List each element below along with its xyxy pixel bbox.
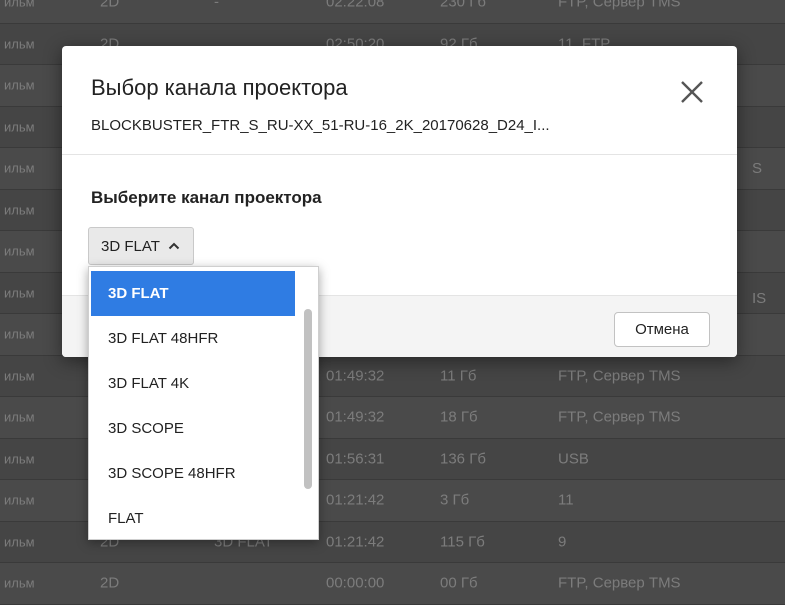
table-cell: FTP, Сервер TMS (558, 408, 681, 426)
table-cell: FTP, Сервер TMS (558, 0, 681, 11)
table-cell: 01:49:32 (326, 367, 385, 385)
dialog-title: Выбор канала проектора (91, 75, 348, 100)
table-cell: ильм (4, 119, 35, 135)
dropdown-option[interactable]: 3D SCOPE 48HFR (91, 451, 295, 496)
table-cell: 18 Гб (440, 408, 478, 426)
table-cell: 01:21:42 (326, 491, 385, 509)
table-cell: ильм (4, 77, 35, 93)
table-cell: FTP, Сервер TMS (558, 574, 681, 592)
dialog-subtitle: BLOCKBUSTER_FTR_S_RU-XX_51-RU-16_2K_2017… (91, 117, 550, 134)
table-cell: 230 Гб (440, 0, 486, 11)
table-cell: ильм (4, 575, 35, 591)
table-cell: 2D (100, 0, 120, 11)
channel-select-value: 3D FLAT (101, 237, 160, 255)
dropdown-option[interactable]: 3D FLAT 4K (91, 361, 295, 406)
table-cell: ильм (4, 451, 35, 467)
channel-dropdown-list: FLAT 3D SCOPE 48HFR 3D SCOPE 3D FLAT 4K 3D F… (88, 266, 319, 540)
dropdown-option[interactable]: FLAT (91, 496, 295, 539)
table-cell: 3 Гб (440, 491, 470, 509)
table-cell: ильм (4, 0, 35, 10)
close-icon (681, 81, 703, 103)
table-cell: ильм (4, 202, 35, 218)
table-cell: 115 Гб (440, 533, 485, 551)
table-cell: 02:22:08 (326, 0, 385, 11)
table-cell: ильм (4, 285, 35, 301)
table-cell: 01:21:42 (326, 533, 385, 551)
background-edge-text: IS (752, 290, 767, 307)
table-row: ильм 2D 00:00:00 00 Гб FTP, Сервер TMS (0, 563, 785, 605)
dropdown-option[interactable]: 3D FLAT (91, 271, 295, 316)
dropdown-option[interactable]: 3D FLAT 48HFR (91, 316, 295, 361)
table-cell: 9 (558, 533, 567, 551)
channel-field-label: Выберите канал проектора (91, 188, 322, 207)
table-cell: ильм (4, 36, 35, 52)
table-cell: - (214, 0, 219, 11)
dropdown-scrollbar[interactable] (304, 309, 312, 489)
table-cell: USB (558, 450, 589, 468)
table-row: ильм 2D - 02:22:08 230 Гб FTP, Сервер TMS (0, 0, 785, 24)
table-cell: ильм (4, 492, 35, 508)
close-button[interactable] (676, 76, 708, 108)
table-cell: 00 Гб (440, 574, 478, 592)
background-edge-text: S (752, 160, 763, 177)
table-cell: 136 Гб (440, 450, 486, 468)
table-cell: 01:56:31 (326, 450, 385, 468)
table-cell: ильм (4, 243, 35, 259)
table-cell: ильм (4, 409, 35, 425)
table-cell: 00:00:00 (326, 574, 385, 592)
table-cell: 01:49:32 (326, 408, 385, 426)
dialog-header: Выбор канала проектора BLOCKBUSTER_FTR_S… (62, 46, 737, 155)
channel-select[interactable]: 3D FLAT (88, 227, 194, 265)
cancel-button[interactable]: Отмена (614, 312, 710, 347)
table-cell: 11 (558, 491, 574, 509)
table-cell: ильм (4, 534, 35, 550)
chevron-up-icon (168, 242, 180, 250)
table-cell: ильм (4, 160, 35, 176)
table-cell: ильм (4, 368, 35, 384)
table-cell: 11 Гб (440, 367, 477, 385)
table-cell: 2D (100, 574, 120, 592)
table-cell: ильм (4, 326, 35, 342)
dropdown-option[interactable]: 3D SCOPE (91, 406, 295, 451)
table-cell: FTP, Сервер TMS (558, 367, 681, 385)
